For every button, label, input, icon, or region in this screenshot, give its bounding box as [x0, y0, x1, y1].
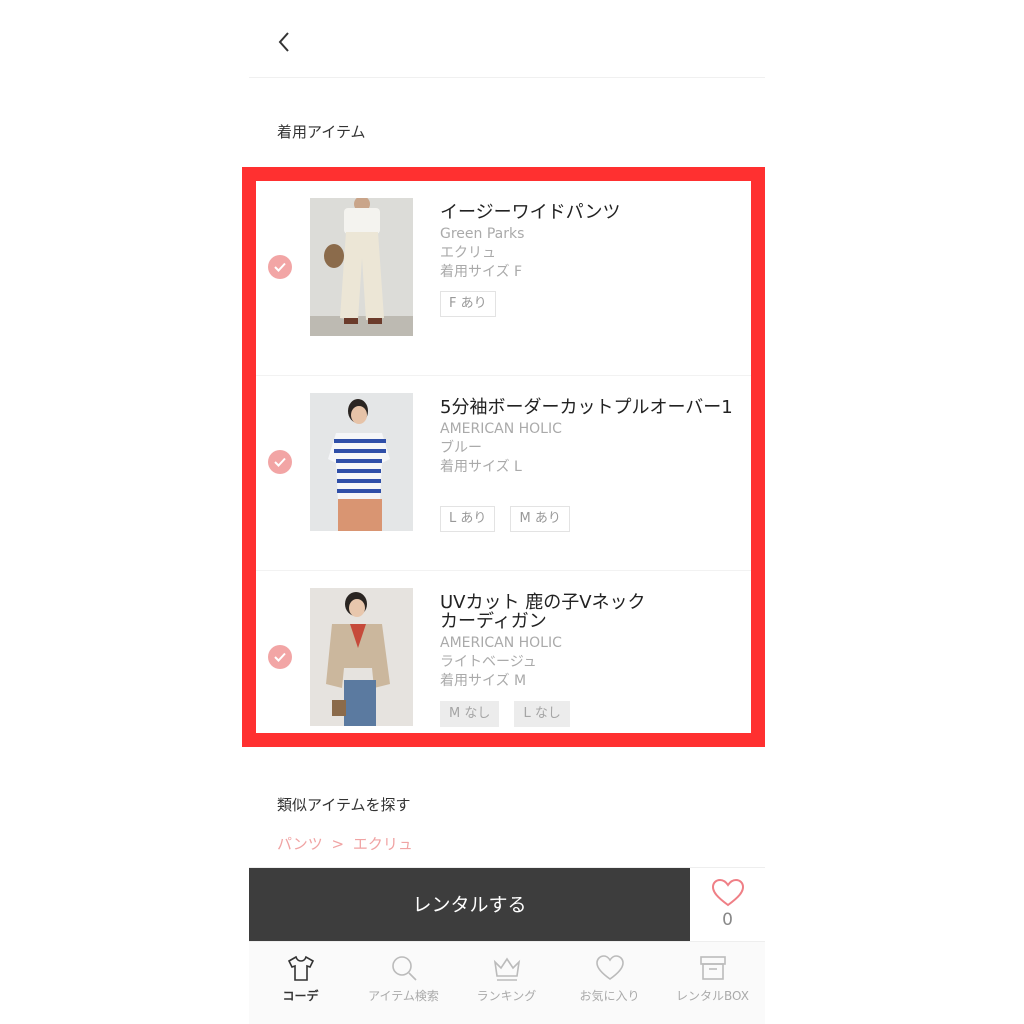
- list-item[interactable]: イージーワイドパンツ Green Parks エクリュ 着用サイズ F F あり: [256, 181, 751, 376]
- item-name[interactable]: イージーワイドパンツ: [440, 203, 740, 222]
- item-info: イージーワイドパンツ Green Parks エクリュ 着用サイズ F: [440, 203, 740, 282]
- rent-button[interactable]: レンタルする: [249, 868, 690, 942]
- item-checkbox[interactable]: [268, 450, 292, 474]
- app-screen: 着用アイテム イージーワイドパンツ Green Parks エクリュ 着用サイズ…: [242, 0, 765, 1024]
- item-name[interactable]: 5分袖ボーダーカットプルオーバー1: [440, 398, 740, 417]
- list-item[interactable]: 5分袖ボーダーカットプルオーバー1 AMERICAN HOLIC ブルー 着用サ…: [256, 376, 751, 571]
- item-name[interactable]: UVカット 鹿の子Vネック カーディガン: [440, 593, 740, 631]
- tab-coordinate[interactable]: コーデ: [249, 942, 352, 1024]
- item-brand: AMERICAN HOLIC: [440, 421, 562, 437]
- item-worn-size: 着用サイズ L: [440, 459, 522, 475]
- item-color: ライトベージュ: [440, 654, 537, 670]
- similar-items-heading: 類似アイテムを探す: [277, 796, 411, 814]
- item-worn-size: 着用サイズ M: [440, 673, 527, 689]
- check-icon: [274, 652, 286, 662]
- item-checkbox[interactable]: [268, 645, 292, 669]
- tab-favorites[interactable]: お気に入り: [558, 942, 661, 1024]
- heart-icon: [596, 955, 624, 980]
- box-icon: [700, 956, 726, 980]
- header: [249, 0, 765, 78]
- bottom-tab-bar: コーデ アイテム検索 ランキング お気に入り レンタルBOX: [249, 941, 765, 1024]
- breadcrumb-category[interactable]: パンツ: [277, 835, 323, 853]
- list-item[interactable]: UVカット 鹿の子Vネック カーディガン AMERICAN HOLIC ライトベ…: [256, 571, 751, 733]
- check-icon: [274, 457, 286, 467]
- tab-ranking[interactable]: ランキング: [455, 942, 558, 1024]
- worn-items-heading: 着用アイテム: [277, 123, 366, 141]
- tab-label: お気に入り: [579, 989, 640, 1003]
- breadcrumb-separator: >: [331, 835, 345, 853]
- item-photo[interactable]: [310, 198, 413, 336]
- worn-items-list: イージーワイドパンツ Green Parks エクリュ 着用サイズ F F あり: [256, 181, 751, 733]
- tab-label: アイテム検索: [368, 989, 439, 1003]
- size-tag: M なし: [440, 701, 500, 727]
- check-icon: [274, 262, 286, 272]
- tab-label: ランキング: [476, 989, 537, 1003]
- tab-rental-box[interactable]: レンタルBOX: [661, 942, 764, 1024]
- tab-label: レンタルBOX: [676, 989, 749, 1003]
- back-button[interactable]: [273, 30, 297, 54]
- breadcrumb-color[interactable]: エクリュ: [353, 835, 413, 853]
- size-tag[interactable]: L あり: [440, 506, 496, 532]
- size-tag[interactable]: M あり: [510, 506, 570, 532]
- item-worn-size: 着用サイズ F: [440, 264, 523, 280]
- item-brand: Green Parks: [440, 226, 525, 242]
- size-tags: M なし L なし: [440, 701, 580, 727]
- size-tag[interactable]: F あり: [440, 291, 496, 317]
- item-photo[interactable]: [310, 393, 413, 531]
- item-info: UVカット 鹿の子Vネック カーディガン AMERICAN HOLIC ライトベ…: [440, 593, 740, 691]
- crown-icon: [493, 957, 521, 981]
- chevron-left-icon: [278, 32, 289, 52]
- item-info: 5分袖ボーダーカットプルオーバー1 AMERICAN HOLIC ブルー 着用サ…: [440, 398, 740, 477]
- size-tags: L あり M あり: [440, 506, 580, 532]
- item-checkbox[interactable]: [268, 255, 292, 279]
- heart-icon: [711, 878, 745, 907]
- tab-item-search[interactable]: アイテム検索: [352, 942, 455, 1024]
- tab-label: コーデ: [282, 989, 319, 1003]
- tshirt-icon: [287, 955, 315, 981]
- size-tag: L なし: [514, 701, 570, 727]
- search-icon: [392, 956, 417, 981]
- favorite-button[interactable]: 0: [690, 868, 765, 942]
- size-tags: F あり: [440, 291, 506, 317]
- action-bar: レンタルする 0: [249, 867, 765, 942]
- item-color: エクリュ: [440, 245, 496, 261]
- item-color: ブルー: [440, 440, 482, 456]
- breadcrumb: パンツ > エクリュ: [277, 833, 413, 854]
- item-photo[interactable]: [310, 588, 413, 726]
- item-brand: AMERICAN HOLIC: [440, 635, 562, 651]
- favorite-count: 0: [722, 910, 733, 930]
